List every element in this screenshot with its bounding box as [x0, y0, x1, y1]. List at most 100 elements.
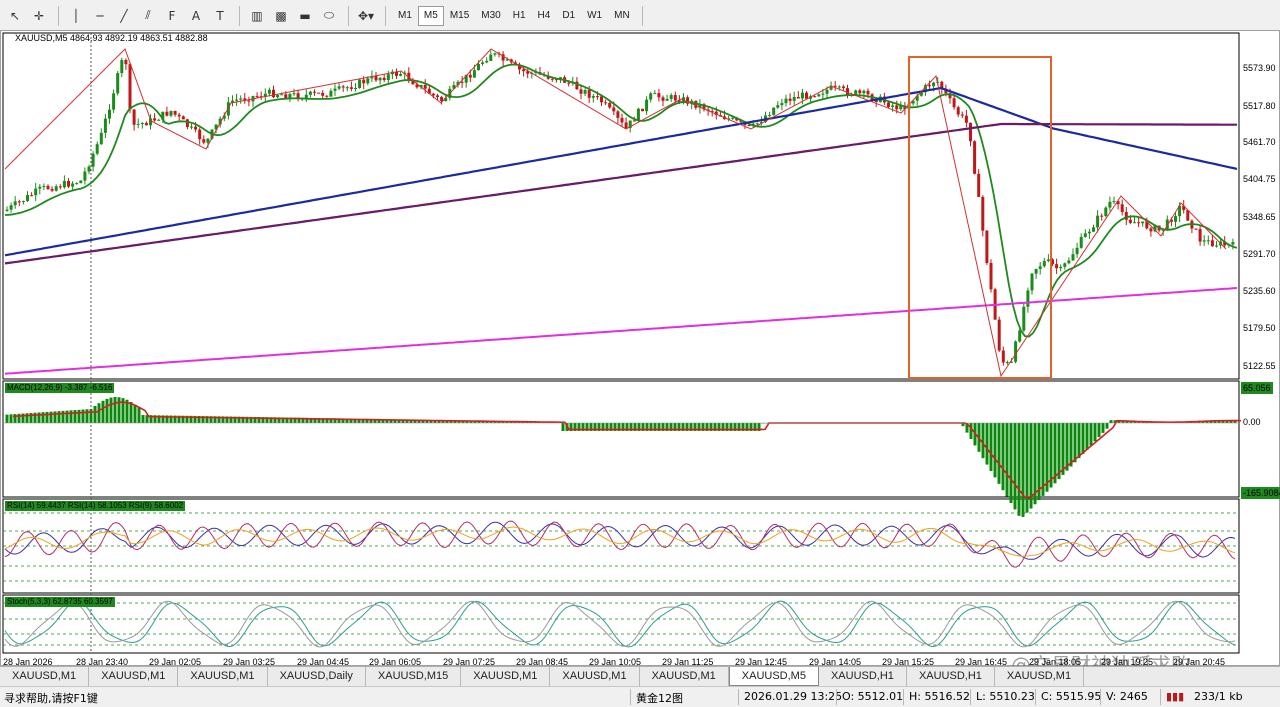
- candle-body: [50, 188, 54, 191]
- candle-body: [579, 89, 583, 94]
- timeframe-m5-button[interactable]: M5: [417, 5, 444, 26]
- timeframe-d1-button[interactable]: D1: [556, 6, 581, 26]
- chart-window[interactable]: XAUUSD,M5 4864.93 4892.19 4863.51 4882.8…: [0, 30, 1280, 677]
- timeframe-h4-button[interactable]: H4: [532, 6, 557, 26]
- macd-bar: [109, 397, 113, 423]
- candle-body: [108, 109, 111, 119]
- candle-body: [841, 86, 845, 89]
- chart-tab[interactable]: XAUUSD,M15: [366, 667, 462, 686]
- timeframe-mn-button[interactable]: MN: [608, 6, 636, 26]
- cursor-icon[interactable]: ↖: [4, 5, 26, 27]
- fibonacci-icon[interactable]: F: [161, 5, 183, 27]
- candle-body: [665, 98, 669, 101]
- vertical-line-icon[interactable]: │: [65, 5, 87, 27]
- chart-tab[interactable]: XAUUSD,M1: [178, 667, 268, 686]
- chart-tab[interactable]: XAUUSD,M1: [640, 667, 729, 686]
- chart-tab[interactable]: XAUUSD,H1: [819, 667, 907, 686]
- candle-body: [1231, 242, 1235, 245]
- candle-body: [1120, 204, 1124, 213]
- candle-body: [788, 98, 792, 101]
- candle-body: [772, 107, 776, 115]
- macd-bar: [81, 409, 85, 423]
- candle-body: [239, 98, 243, 100]
- candle-body: [932, 82, 936, 87]
- timeframe-m1-button[interactable]: M1: [392, 6, 418, 26]
- candle-body: [173, 110, 177, 115]
- candle-body: [928, 85, 931, 87]
- candle-body: [116, 73, 120, 94]
- candle-body: [645, 99, 649, 112]
- candle-body: [862, 90, 866, 94]
- macd-bar: [53, 411, 57, 423]
- macd-bar: [989, 423, 993, 471]
- candle-body: [600, 96, 603, 103]
- main-pane: [2, 32, 1240, 380]
- macd-bar: [105, 398, 109, 423]
- candle-body: [522, 69, 526, 72]
- status-datetime: 2026.01.29 13:25: [744, 690, 843, 703]
- price-axis-label: 5573.90: [1243, 63, 1276, 73]
- text-label-icon[interactable]: T: [209, 5, 231, 27]
- crosshair-icon[interactable]: ✛: [28, 5, 50, 27]
- chart-canvas[interactable]: [1, 31, 1279, 665]
- status-high: H: 5516.52: [909, 690, 970, 703]
- candle-body: [386, 74, 390, 81]
- candle-body: [169, 110, 173, 116]
- chart-tab[interactable]: XAUUSD,M1: [89, 667, 179, 686]
- candle-body: [595, 96, 599, 98]
- candle-body: [54, 186, 58, 191]
- candle-body: [1112, 201, 1116, 203]
- candle-body: [624, 122, 628, 129]
- price-axis-label: 5461.70: [1243, 137, 1276, 147]
- candle-body: [887, 102, 890, 107]
- status-profile: 黄金12图: [636, 692, 683, 705]
- timeframe-w1-button[interactable]: W1: [581, 6, 608, 26]
- connection-icon[interactable]: ▮▮▮: [1166, 690, 1184, 703]
- macd-bar: [77, 409, 81, 423]
- candle-body: [157, 119, 161, 121]
- chart-tab[interactable]: XAUUSD,M1: [461, 667, 551, 686]
- grid-icon[interactable]: ▥: [246, 5, 268, 27]
- candle-body: [472, 70, 476, 78]
- timeframe-h1-button[interactable]: H1: [507, 6, 532, 26]
- macd-bar: [41, 412, 45, 423]
- candle-body: [185, 119, 189, 127]
- macd-bar: [129, 401, 133, 423]
- candle-body: [673, 95, 677, 101]
- chart-tab[interactable]: XAUUSD,Daily: [268, 667, 366, 686]
- candle-body: [784, 98, 788, 104]
- candle-body: [13, 201, 17, 206]
- timeframe-m15-button[interactable]: M15: [444, 6, 475, 26]
- candle-body: [612, 107, 616, 112]
- macd-bar: [1105, 423, 1109, 429]
- trendline-icon[interactable]: ╱: [113, 5, 135, 27]
- chart-tab[interactable]: XAUUSD,M1: [550, 667, 640, 686]
- candle-body: [1030, 273, 1034, 291]
- ellipse-icon[interactable]: ⬭: [318, 5, 340, 27]
- gann-grid-icon[interactable]: ▩: [270, 5, 292, 27]
- macd-bar: [1001, 423, 1005, 491]
- candle-body: [731, 117, 735, 119]
- rectangle-icon[interactable]: ▬: [294, 5, 316, 27]
- candle-body: [1141, 221, 1145, 224]
- timeframe-m30-button[interactable]: M30: [475, 6, 506, 26]
- candle-body: [181, 116, 185, 120]
- status-traffic: 233/1 kb: [1194, 690, 1243, 703]
- macd-bar: [1069, 423, 1073, 467]
- chart-tab[interactable]: XAUUSD,M5: [728, 667, 819, 686]
- text-icon[interactable]: A: [185, 5, 207, 27]
- horizontal-line-icon[interactable]: ─: [89, 5, 111, 27]
- candle-body: [768, 114, 772, 116]
- equidistant-channel-icon[interactable]: ⫽: [137, 5, 159, 27]
- macd-bar: [69, 410, 73, 423]
- candle-body: [977, 173, 981, 197]
- macd-bar: [1005, 423, 1009, 497]
- candle-body: [333, 88, 337, 91]
- chart-tab[interactable]: XAUUSD,H1: [907, 667, 995, 686]
- candle-body: [46, 185, 50, 189]
- candle-body: [1104, 207, 1108, 216]
- chart-tab[interactable]: XAUUSD,M1: [0, 667, 90, 686]
- arrows-icon[interactable]: ✥▾: [355, 5, 377, 27]
- chart-tab[interactable]: XAUUSD,M1: [995, 667, 1085, 686]
- candle-body: [1174, 216, 1177, 222]
